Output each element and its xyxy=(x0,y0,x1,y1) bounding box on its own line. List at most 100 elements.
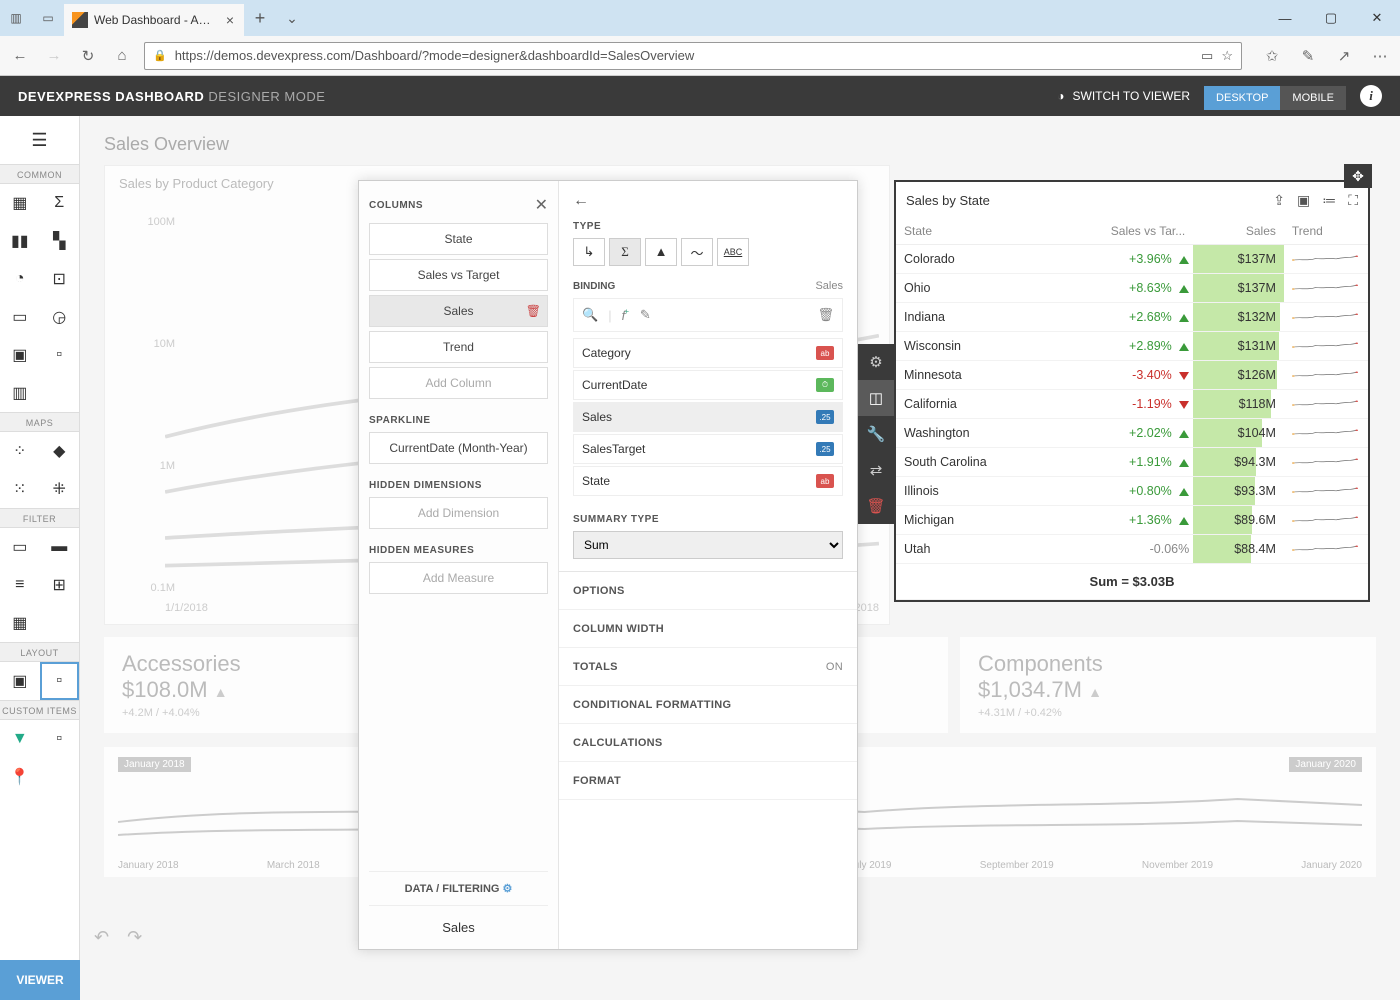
more-icon[interactable]: ⋯ xyxy=(1368,44,1392,68)
list-filter-icon[interactable]: ≡ xyxy=(0,566,40,604)
kpi-card[interactable]: Components$1,034.7M ▲+4.31M / +0.42% xyxy=(960,637,1376,733)
column-item[interactable]: Sales vs Target xyxy=(369,259,548,291)
accordion-item[interactable]: COLUMN WIDTH xyxy=(559,610,857,648)
combo-filter-icon[interactable]: ▬ xyxy=(40,528,80,566)
table-row[interactable]: Ohio+8.63% $137M xyxy=(896,274,1368,303)
range-filter-icon[interactable]: ▭ xyxy=(0,528,40,566)
tab-actions-icon[interactable]: ⌄ xyxy=(276,10,308,27)
grid-maximize-icon[interactable]: ⛶ xyxy=(1348,192,1358,209)
nav-back-icon[interactable]: ← xyxy=(8,44,32,68)
sparkline-binding[interactable]: CurrentDate (Month-Year) xyxy=(369,432,548,464)
column-item[interactable]: Sales🗑 xyxy=(369,295,548,327)
summary-type-select[interactable]: Sum xyxy=(573,531,843,559)
tree-filter-icon[interactable]: ⊞ xyxy=(40,566,80,604)
column-item[interactable]: Trend xyxy=(369,331,548,363)
grid-export-icon[interactable]: ⇪ xyxy=(1273,192,1285,209)
table-row[interactable]: South Carolina+1.91% $94.3M xyxy=(896,448,1368,477)
table-row[interactable]: California-1.19% $118M xyxy=(896,390,1368,419)
field-item[interactable]: Stateab xyxy=(573,466,843,496)
redo-icon[interactable]: ↷ xyxy=(127,927,142,948)
panel-back-icon[interactable]: ← xyxy=(559,181,857,221)
browser-tab[interactable]: Web Dashboard - ASP.N × xyxy=(64,4,244,36)
type-hyperlink-icon[interactable]: ABC xyxy=(717,238,749,266)
address-bar[interactable]: 🔒 https://demos.devexpress.com/Dashboard… xyxy=(144,42,1242,70)
speedometer-item-icon[interactable]: ◶ xyxy=(40,298,80,336)
formula-add-icon[interactable]: f xyxy=(622,308,630,323)
favorites-icon[interactable]: ✩ xyxy=(1260,44,1284,68)
grid-header[interactable]: Sales vs Tar... xyxy=(1051,218,1193,245)
table-row[interactable]: Minnesota-3.40% $126M xyxy=(896,361,1368,390)
window-maximize-icon[interactable]: ▢ xyxy=(1308,0,1354,36)
desktop-toggle[interactable]: DESKTOP xyxy=(1204,86,1280,110)
grid-item-icon[interactable]: ▦ xyxy=(0,184,40,222)
move-handle-icon[interactable]: ✥ xyxy=(1344,164,1372,188)
grid-filter-icon[interactable]: ≔ xyxy=(1322,192,1336,209)
table-row[interactable]: Illinois+0.80% $93.3M xyxy=(896,477,1368,506)
accordion-item[interactable]: CALCULATIONS xyxy=(559,724,857,762)
favorite-icon[interactable]: ☆ xyxy=(1221,48,1233,64)
mobile-toggle[interactable]: MOBILE xyxy=(1280,86,1346,110)
card-item-icon[interactable]: ▭ xyxy=(0,298,40,336)
accordion-item[interactable]: TOTALSON xyxy=(559,648,857,686)
add-column-button[interactable]: Add Column xyxy=(369,367,548,399)
share-icon[interactable]: ↗ xyxy=(1332,44,1356,68)
viewer-button[interactable]: VIEWER xyxy=(0,960,80,1000)
remove-item-icon[interactable]: 🗑 xyxy=(858,488,894,524)
info-icon[interactable]: i xyxy=(1360,85,1382,107)
pivot-item-icon[interactable]: Σ xyxy=(40,184,80,222)
grid-header[interactable]: State xyxy=(896,218,1051,245)
accordion-item[interactable]: OPTIONS xyxy=(559,572,857,610)
data-filtering-button[interactable]: DATA / FILTERING ⚙ xyxy=(369,871,548,905)
table-row[interactable]: Indiana+2.68% $132M xyxy=(896,303,1368,332)
text-item-icon[interactable]: ▥ xyxy=(0,374,40,412)
grid-inspect-icon[interactable]: ▣ xyxy=(1297,192,1310,209)
edit-icon[interactable]: ✎ xyxy=(640,307,651,323)
reading-view-icon[interactable]: ▭ xyxy=(1201,48,1213,64)
nav-home-icon[interactable]: ⌂ xyxy=(110,44,134,68)
pie-map-icon[interactable]: ⁜ xyxy=(40,470,80,508)
type-sparkline-icon[interactable]: 〜 xyxy=(681,238,713,266)
sales-by-state-grid[interactable]: ✥ Sales by State ⇪ ▣ ≔ ⛶ StateSales vs T… xyxy=(894,180,1370,602)
delete-icon[interactable]: 🗑 xyxy=(817,307,834,323)
datasource-label[interactable]: Sales xyxy=(369,905,548,949)
nav-refresh-icon[interactable]: ↻ xyxy=(76,44,100,68)
table-row[interactable]: Colorado+3.96% $137M xyxy=(896,245,1368,274)
pie-item-icon[interactable]: ◔ xyxy=(0,260,40,298)
column-delete-icon[interactable]: 🗑 xyxy=(526,304,541,318)
bubble-map-icon[interactable]: ⁙ xyxy=(0,470,40,508)
type-delta-icon[interactable]: ▲ xyxy=(645,238,677,266)
bindings-icon[interactable]: ◫ xyxy=(858,380,894,416)
notes-icon[interactable]: ✎ xyxy=(1296,44,1320,68)
group-item-icon[interactable]: ▣ xyxy=(0,662,40,700)
column-item[interactable]: State xyxy=(369,223,548,255)
search-icon[interactable]: 🔍 xyxy=(582,307,598,323)
panel-close-icon[interactable]: ✕ xyxy=(535,195,548,215)
tab-container-icon[interactable]: ▫ xyxy=(40,662,80,700)
online-map-icon[interactable]: ▫ xyxy=(40,720,80,758)
field-item[interactable]: Sales.25 xyxy=(573,402,843,432)
table-row[interactable]: Washington+2.02% $104M xyxy=(896,419,1368,448)
add-measure-button[interactable]: Add Measure xyxy=(369,562,548,594)
undo-icon[interactable]: ↶ xyxy=(94,927,109,948)
table-row[interactable]: Utah-0.06% $88.4M xyxy=(896,535,1368,564)
treemap-item-icon[interactable]: ▣ xyxy=(0,336,40,374)
funnel-item-icon[interactable]: ▼ xyxy=(0,720,40,758)
table-row[interactable]: Michigan+1.36% $89.6M xyxy=(896,506,1368,535)
settings-icon[interactable]: ⚙ xyxy=(858,344,894,380)
accordion-item[interactable]: CONDITIONAL FORMATTING xyxy=(559,686,857,724)
new-tab-button[interactable]: + xyxy=(244,8,276,29)
date-filter-icon[interactable]: ▦ xyxy=(0,604,40,642)
field-item[interactable]: Categoryab xyxy=(573,338,843,368)
image-item-icon[interactable]: ▫ xyxy=(40,336,80,374)
gauge-item-icon[interactable]: ⊡ xyxy=(40,260,80,298)
tab-groups-icon[interactable]: ▥ xyxy=(0,0,32,36)
geo-point-icon[interactable]: ⁘ xyxy=(0,432,40,470)
add-dimension-button[interactable]: Add Dimension xyxy=(369,497,548,529)
hamburger-icon[interactable]: ☰ xyxy=(0,116,79,164)
window-close-icon[interactable]: ✕ xyxy=(1354,0,1400,36)
type-measure-icon[interactable]: Σ xyxy=(609,238,641,266)
platform-toggle[interactable]: DESKTOPMOBILE xyxy=(1204,89,1346,104)
field-item[interactable]: SalesTarget.25 xyxy=(573,434,843,464)
switch-to-viewer-button[interactable]: ◑ SWITCH TO VIEWER xyxy=(1057,89,1190,103)
chart-item-icon[interactable]: ▮▮ xyxy=(0,222,40,260)
